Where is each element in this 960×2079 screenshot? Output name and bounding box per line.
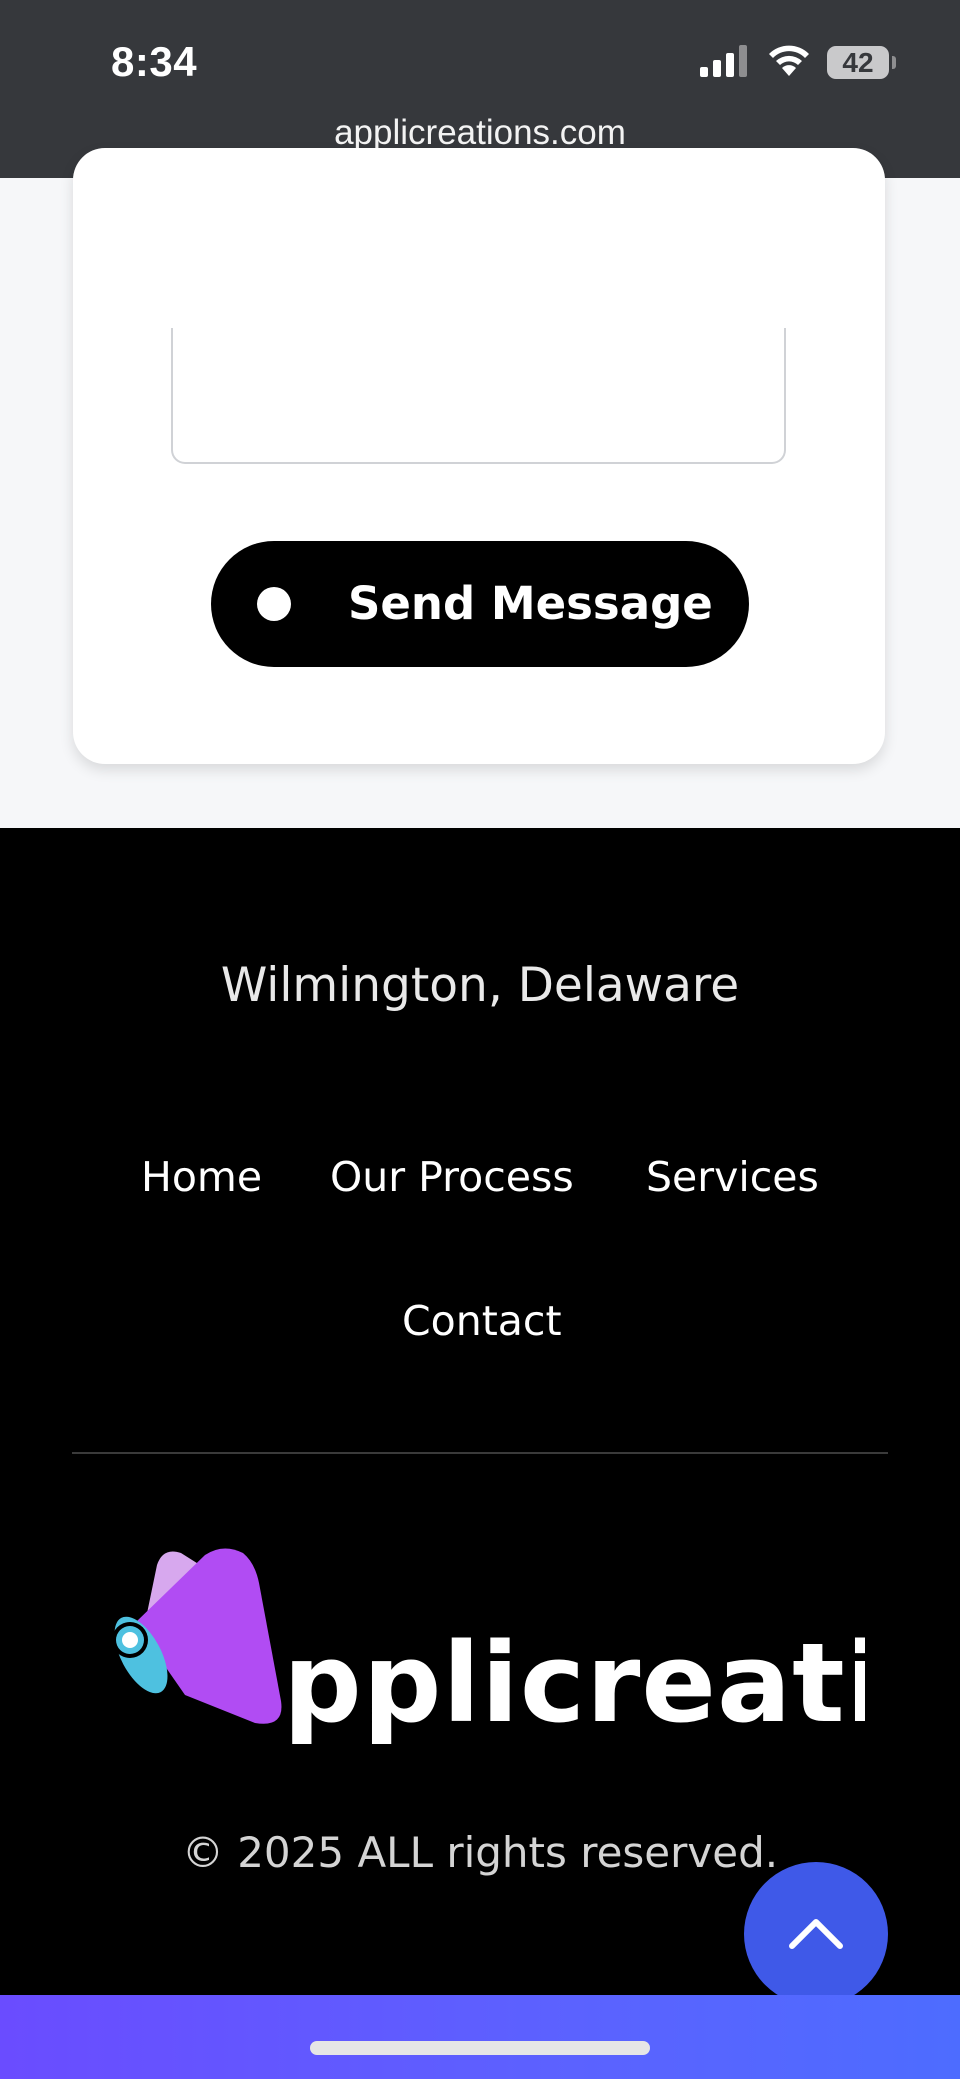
footer-divider [72,1452,888,1454]
footer-link-services[interactable]: Services [646,1153,819,1201]
dot-icon [257,587,291,621]
wifi-icon [768,42,810,81]
bottom-gradient-bar [0,1995,960,2079]
chevron-up-icon [789,1919,843,1949]
logo-wordmark: pplicreations [283,1619,865,1747]
message-textarea[interactable] [171,328,786,464]
footer-link-our-process[interactable]: Our Process [330,1153,574,1201]
applicreations-logo[interactable]: pplicreations [105,1543,960,1758]
cellular-signal-icon [700,45,750,82]
battery-tip [892,56,896,69]
home-indicator[interactable] [310,2041,650,2055]
address-bar-url[interactable]: applicreations.com [0,113,960,153]
status-time: 8:34 [111,38,198,85]
send-message-button[interactable]: Send Message [211,541,749,667]
footer-link-home[interactable]: Home [141,1153,262,1201]
scroll-to-top-button[interactable] [744,1862,888,2006]
footer-location: Wilmington, Delaware [220,958,740,1013]
battery-icon: 42 [827,46,889,79]
contact-section: Send Message [0,148,960,828]
footer-link-contact[interactable]: Contact [402,1297,562,1345]
send-message-label: Send Message [348,577,713,630]
